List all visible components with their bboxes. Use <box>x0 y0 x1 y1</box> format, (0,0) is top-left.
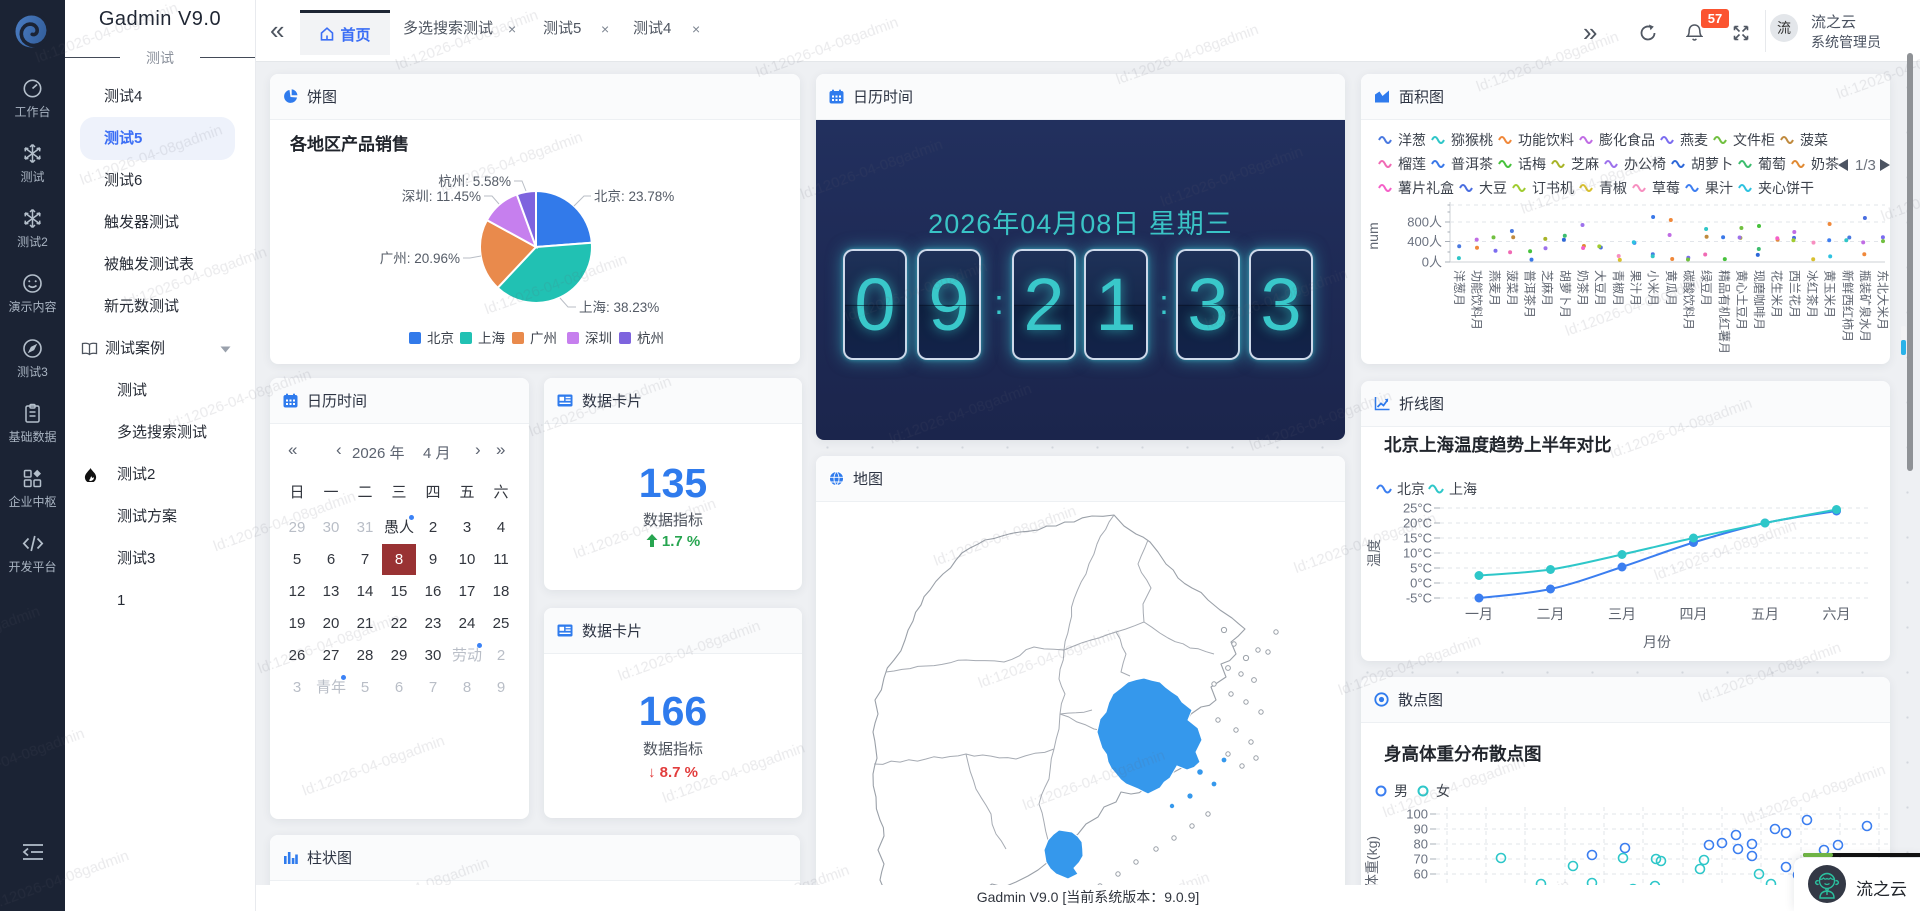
svg-text:女: 女 <box>1436 783 1450 799</box>
svg-text:15°C: 15°C <box>1403 531 1432 546</box>
svg-text:一月: 一月 <box>1465 606 1493 622</box>
svg-text:杭州: 杭州 <box>637 331 664 346</box>
svg-text:小米月: 小米月 <box>1646 270 1660 306</box>
svg-text:芝麻: 芝麻 <box>1571 156 1599 172</box>
svg-text:花生米月: 花生米月 <box>1770 270 1785 318</box>
svg-text:0°C: 0°C <box>1410 576 1432 591</box>
svg-text:青椒月: 青椒月 <box>1611 270 1625 306</box>
svg-text:三月: 三月 <box>1608 606 1636 622</box>
svg-text:奶茶月: 奶茶月 <box>1576 270 1591 306</box>
svg-text:杭州: 5.58%: 杭州: 5.58% <box>438 174 511 189</box>
svg-text:胡萝卜: 胡萝卜 <box>1691 156 1733 172</box>
svg-text:上海: 38.23%: 上海: 38.23% <box>579 300 659 315</box>
svg-text:胡萝卜月: 胡萝卜月 <box>1558 270 1572 318</box>
svg-text:20°C: 20°C <box>1403 516 1432 531</box>
svg-text:话梅: 话梅 <box>1518 156 1546 172</box>
svg-text:文件柜: 文件柜 <box>1733 132 1775 148</box>
svg-text:上海: 上海 <box>478 331 505 346</box>
svg-text:0人: 0人 <box>1422 255 1442 270</box>
svg-text:体重(kg): 体重(kg) <box>1364 836 1380 888</box>
svg-text:洋葱: 洋葱 <box>1398 132 1426 148</box>
svg-text:80: 80 <box>1414 837 1428 852</box>
svg-text:-5°C: -5°C <box>1406 591 1432 606</box>
svg-text:黄瓜月: 黄瓜月 <box>1664 270 1678 306</box>
svg-text:冰红茶月: 冰红茶月 <box>1805 270 1820 318</box>
svg-text:燕麦月: 燕麦月 <box>1487 270 1501 306</box>
svg-text:60: 60 <box>1414 867 1428 882</box>
svg-text:芝麻月: 芝麻月 <box>1540 270 1555 306</box>
svg-text:800人: 800人 <box>1407 215 1442 230</box>
svg-text:膨化食品: 膨化食品 <box>1599 132 1655 148</box>
svg-text:现磨咖啡月: 现磨咖啡月 <box>1752 270 1767 330</box>
svg-text:西兰花月: 西兰花月 <box>1787 270 1802 318</box>
svg-text:身高体重分布散点图: 身高体重分布散点图 <box>1384 744 1542 764</box>
svg-text:办公椅: 办公椅 <box>1624 156 1666 172</box>
svg-text:大豆月: 大豆月 <box>1593 270 1607 306</box>
svg-text:功能饮料月: 功能饮料月 <box>1470 270 1484 330</box>
svg-text:深圳: 深圳 <box>585 331 612 346</box>
svg-text:70: 70 <box>1414 852 1428 867</box>
svg-text:精品有机红薯月: 精品有机红薯月 <box>1717 270 1732 354</box>
svg-text:菠菜月: 菠菜月 <box>1505 270 1519 306</box>
svg-text:六月: 六月 <box>1823 606 1851 622</box>
svg-text:五月: 五月 <box>1751 606 1779 622</box>
svg-text:月份: 月份 <box>1643 634 1671 650</box>
svg-text:北京: 23.78%: 北京: 23.78% <box>594 189 674 204</box>
svg-text:黄玉米月: 黄玉米月 <box>1823 270 1837 318</box>
svg-text:上海: 上海 <box>1449 481 1477 497</box>
svg-text:果汁月: 果汁月 <box>1629 270 1643 306</box>
svg-text:二月: 二月 <box>1537 606 1565 622</box>
svg-text:东北大米月: 东北大米月 <box>1876 270 1890 330</box>
svg-text:400人: 400人 <box>1407 234 1442 249</box>
svg-text:碳酸饮料月: 碳酸饮料月 <box>1681 270 1696 330</box>
svg-text:普洱茶月: 普洱茶月 <box>1523 270 1538 318</box>
svg-text:北京上海温度趋势上半年对比: 北京上海温度趋势上半年对比 <box>1384 435 1612 455</box>
svg-text:各地区产品销售: 各地区产品销售 <box>289 134 409 154</box>
svg-text:广州: 20.96%: 广州: 20.96% <box>380 251 460 266</box>
svg-text:功能饮料: 功能饮料 <box>1518 132 1574 148</box>
svg-text:深圳: 11.45%: 深圳: 11.45% <box>402 189 481 204</box>
svg-text:黄心土豆月: 黄心土豆月 <box>1734 270 1748 330</box>
svg-text:菠菜: 菠菜 <box>1800 132 1828 148</box>
svg-text:洋葱月: 洋葱月 <box>1452 270 1467 306</box>
svg-text:男: 男 <box>1394 783 1408 799</box>
svg-text:奶茶: 奶茶 <box>1811 156 1839 172</box>
svg-text:新鲜西红柿月: 新鲜西红柿月 <box>1840 270 1855 342</box>
svg-text:10°C: 10°C <box>1403 546 1432 561</box>
svg-text:5°C: 5°C <box>1410 561 1432 576</box>
svg-text:北京: 北京 <box>427 331 454 346</box>
svg-text:葡萄: 葡萄 <box>1758 156 1786 172</box>
svg-text:北京: 北京 <box>1397 481 1425 497</box>
svg-text:90: 90 <box>1414 822 1428 837</box>
svg-text:num: num <box>1365 222 1381 249</box>
svg-text:猕猴桃: 猕猴桃 <box>1451 132 1493 148</box>
svg-text:瓶装矿泉水月: 瓶装矿泉水月 <box>1858 270 1872 342</box>
svg-text:100: 100 <box>1406 807 1428 822</box>
svg-text:燕麦: 燕麦 <box>1680 132 1708 148</box>
svg-text:广州: 广州 <box>530 331 557 346</box>
svg-text:温度: 温度 <box>1366 539 1382 567</box>
svg-text:25°C: 25°C <box>1403 501 1432 516</box>
svg-text:四月: 四月 <box>1680 606 1708 622</box>
svg-text:榴莲: 榴莲 <box>1398 156 1426 172</box>
svg-text:普洱茶: 普洱茶 <box>1451 156 1493 172</box>
svg-text:绿豆月: 绿豆月 <box>1699 270 1714 306</box>
